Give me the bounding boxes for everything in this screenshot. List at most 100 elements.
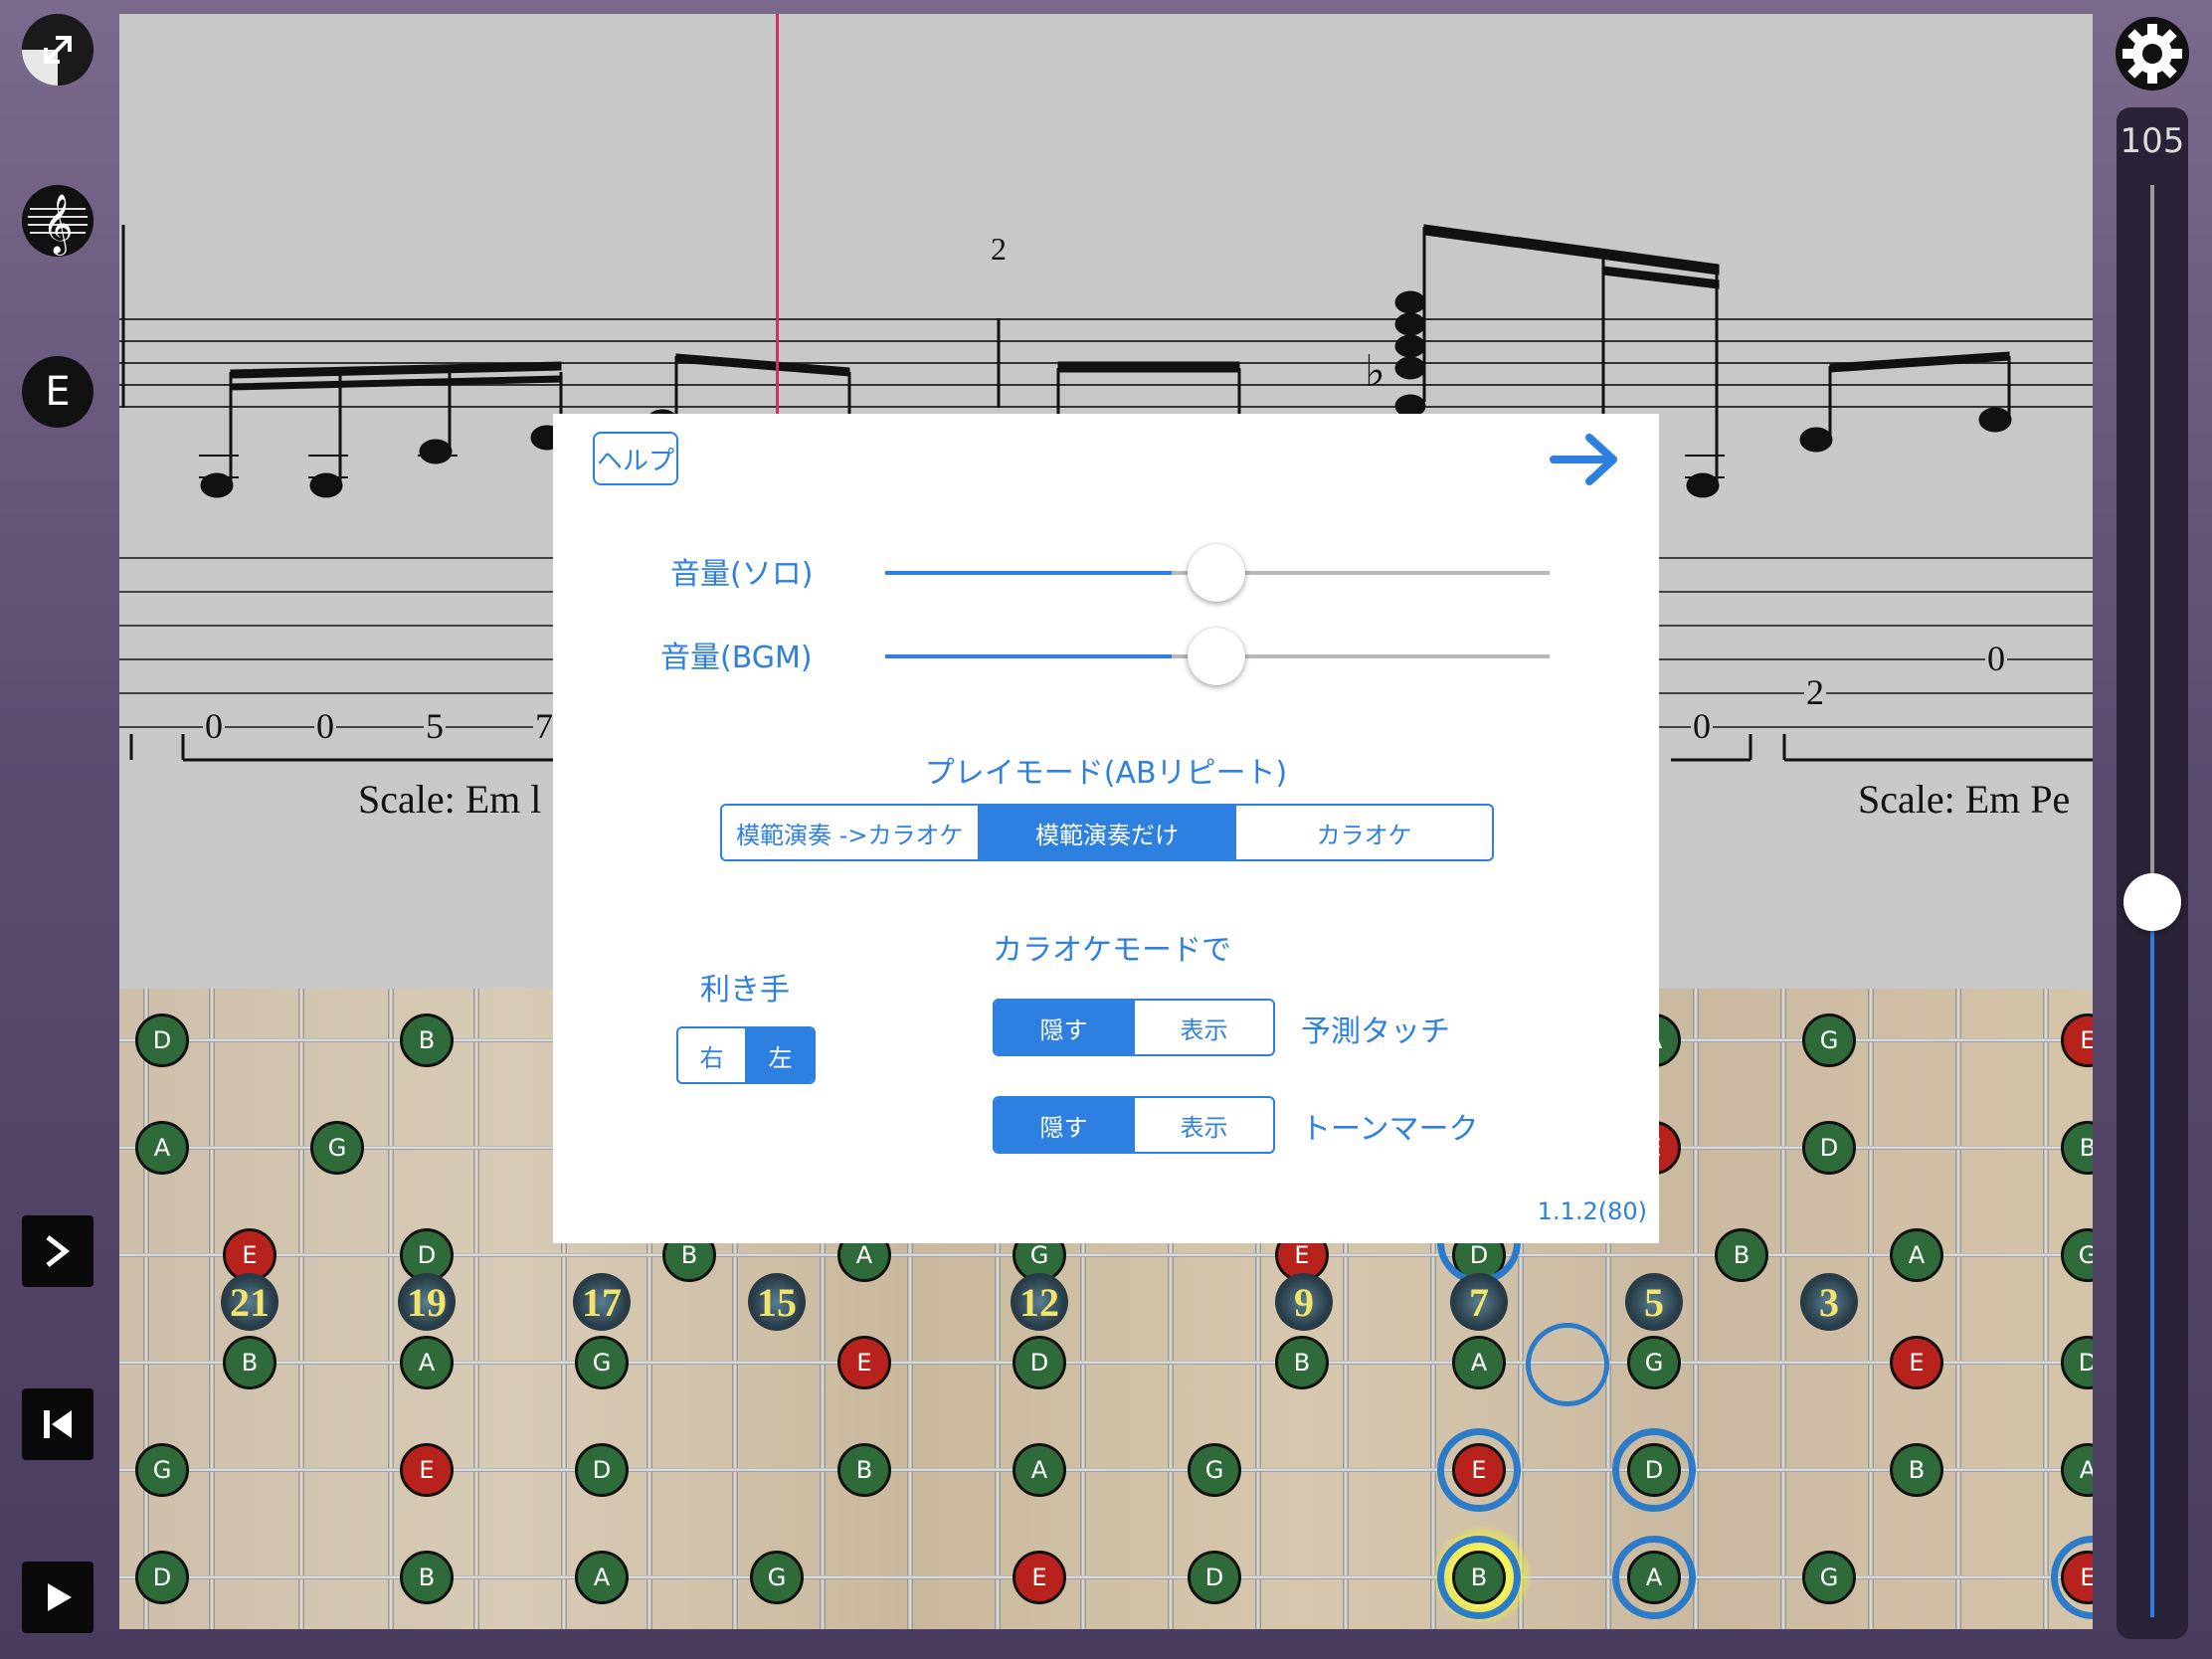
fret-marker: 9 bbox=[1275, 1273, 1333, 1331]
play-mode-title: プレイモード(ABリピート) bbox=[924, 756, 1288, 791]
karaoke-title: カラオケモードで bbox=[993, 933, 1231, 968]
play-icon bbox=[48, 1583, 72, 1611]
play-mode-control[interactable]: 模範演奏 ->カラオケ 模範演奏だけ カラオケ bbox=[720, 804, 1494, 861]
rewind-button[interactable] bbox=[22, 1388, 93, 1460]
tempo-slider[interactable]: 105 bbox=[2117, 107, 2188, 1639]
fret-note[interactable]: A bbox=[400, 1336, 454, 1389]
settings-button[interactable] bbox=[2115, 16, 2190, 92]
fret-note[interactable]: A bbox=[2061, 1443, 2093, 1497]
tab-number: 0 bbox=[203, 706, 225, 746]
fret-note[interactable]: D bbox=[1802, 1121, 1856, 1175]
prediction-label: 予測タッチ bbox=[1301, 1014, 1450, 1049]
fret-note[interactable]: B bbox=[223, 1336, 276, 1389]
fret-note[interactable]: D bbox=[1013, 1336, 1066, 1389]
fret-note[interactable]: B bbox=[1715, 1228, 1768, 1282]
fret-marker: 7 bbox=[1450, 1273, 1508, 1331]
tempo-knob[interactable] bbox=[2123, 873, 2181, 931]
volume-solo-knob[interactable] bbox=[1188, 544, 1245, 602]
resize-icon[interactable] bbox=[22, 14, 93, 86]
fret-note[interactable]: G bbox=[2061, 1228, 2093, 1282]
tab-number: 7 bbox=[533, 706, 555, 746]
fret-note[interactable]: A bbox=[1013, 1443, 1066, 1497]
fret-marker: 21 bbox=[221, 1273, 278, 1331]
play-mode-option[interactable]: カラオケ bbox=[1236, 806, 1492, 859]
scale-label-left: Scale: Em l bbox=[358, 777, 542, 822]
handedness-option[interactable]: 左 bbox=[747, 1028, 814, 1082]
tone-mark-label: トーンマーク bbox=[1301, 1112, 1479, 1147]
fret-marker: 12 bbox=[1011, 1273, 1068, 1331]
fret-note[interactable]: D bbox=[2061, 1336, 2093, 1389]
settings-dialog: ヘルプ 音量(ソロ) 音量(BGM) プレイモード(ABリピート) 模範演奏 -… bbox=[553, 414, 1659, 1243]
fret-note[interactable]: E bbox=[2061, 1014, 2093, 1067]
fret-note[interactable]: G bbox=[750, 1551, 804, 1604]
fret-note[interactable]: E bbox=[1890, 1336, 1943, 1389]
target-ring bbox=[1437, 1428, 1521, 1512]
fret-note[interactable]: A bbox=[1890, 1228, 1943, 1282]
measure-number: 2 bbox=[991, 231, 1007, 267]
fret-note[interactable]: G bbox=[135, 1443, 189, 1497]
fret-marker: 5 bbox=[1625, 1273, 1683, 1331]
fret-note[interactable]: B bbox=[1275, 1336, 1329, 1389]
treble-clef-icon[interactable]: 𝄞 bbox=[22, 185, 93, 257]
tab-number: 0 bbox=[1691, 706, 1713, 746]
next-button[interactable] bbox=[22, 1215, 93, 1287]
gear-icon bbox=[2116, 17, 2189, 91]
fret-note[interactable]: E bbox=[400, 1443, 454, 1497]
tone-mark-show[interactable]: 表示 bbox=[1135, 1098, 1273, 1152]
volume-solo-label: 音量(ソロ) bbox=[670, 557, 814, 592]
fret-note[interactable]: D bbox=[135, 1551, 189, 1604]
target-ring bbox=[2051, 1536, 2093, 1619]
fret-note[interactable]: E bbox=[837, 1336, 891, 1389]
prediction-show[interactable]: 表示 bbox=[1135, 1001, 1273, 1054]
prediction-control[interactable]: 隠す 表示 bbox=[993, 999, 1275, 1056]
fret-note[interactable]: B bbox=[837, 1443, 891, 1497]
fret-note[interactable]: B bbox=[400, 1014, 454, 1067]
tone-mark-control[interactable]: 隠す 表示 bbox=[993, 1096, 1275, 1154]
tempo-track-fill bbox=[2150, 901, 2154, 1617]
tab-number: 0 bbox=[1985, 639, 2007, 678]
forward-button[interactable] bbox=[1548, 430, 1623, 489]
fret-note[interactable]: D bbox=[575, 1443, 629, 1497]
tempo-value: 105 bbox=[2120, 121, 2185, 161]
play-mode-option[interactable]: 模範演奏だけ bbox=[979, 806, 1237, 859]
scale-label-right: Scale: Em Pe bbox=[1858, 777, 2071, 822]
fret-note[interactable]: G bbox=[1802, 1014, 1856, 1067]
tone-mark-hide[interactable]: 隠す bbox=[995, 1098, 1135, 1152]
volume-bgm-label: 音量(BGM) bbox=[660, 641, 813, 675]
prediction-hide[interactable]: 隠す bbox=[995, 1001, 1135, 1054]
fret-note[interactable]: G bbox=[575, 1336, 629, 1389]
fret-note[interactable]: A bbox=[575, 1551, 629, 1604]
skip-back-icon bbox=[44, 1410, 72, 1438]
fret-note[interactable]: B bbox=[1890, 1443, 1943, 1497]
fret-marker: 17 bbox=[573, 1273, 631, 1331]
key-button[interactable]: E bbox=[22, 356, 93, 428]
version-label: 1.1.2(80) bbox=[1537, 1198, 1647, 1225]
handedness-control[interactable]: 右 左 bbox=[676, 1026, 816, 1084]
tab-number: 5 bbox=[424, 706, 446, 746]
fret-note[interactable]: B bbox=[2061, 1121, 2093, 1175]
handedness-option[interactable]: 右 bbox=[678, 1028, 747, 1082]
play-button[interactable] bbox=[22, 1562, 93, 1633]
fret-note[interactable]: A bbox=[1452, 1336, 1506, 1389]
help-button[interactable]: ヘルプ bbox=[593, 432, 678, 485]
key-label: E bbox=[45, 369, 71, 415]
handedness-title: 利き手 bbox=[700, 973, 790, 1008]
fret-note[interactable]: D bbox=[135, 1014, 189, 1067]
target-ring bbox=[1526, 1323, 1609, 1406]
play-mode-option[interactable]: 模範演奏 ->カラオケ bbox=[722, 806, 980, 859]
fret-note[interactable]: G bbox=[1627, 1336, 1681, 1389]
fret-note[interactable]: G bbox=[1802, 1551, 1856, 1604]
target-ring bbox=[1612, 1536, 1696, 1619]
chevron-right-icon bbox=[46, 1235, 71, 1267]
fret-note[interactable]: A bbox=[135, 1121, 189, 1175]
volume-bgm-knob[interactable] bbox=[1188, 628, 1245, 685]
tab-number: 2 bbox=[1804, 672, 1826, 712]
fret-marker: 15 bbox=[748, 1273, 806, 1331]
fret-note[interactable]: G bbox=[1188, 1443, 1241, 1497]
flat-symbol: ♭ bbox=[1365, 346, 1385, 397]
fret-note[interactable]: G bbox=[310, 1121, 364, 1175]
fret-note[interactable]: B bbox=[400, 1551, 454, 1604]
target-ring bbox=[1612, 1428, 1696, 1512]
fret-note[interactable]: D bbox=[1188, 1551, 1241, 1604]
fret-note[interactable]: E bbox=[1013, 1551, 1066, 1604]
